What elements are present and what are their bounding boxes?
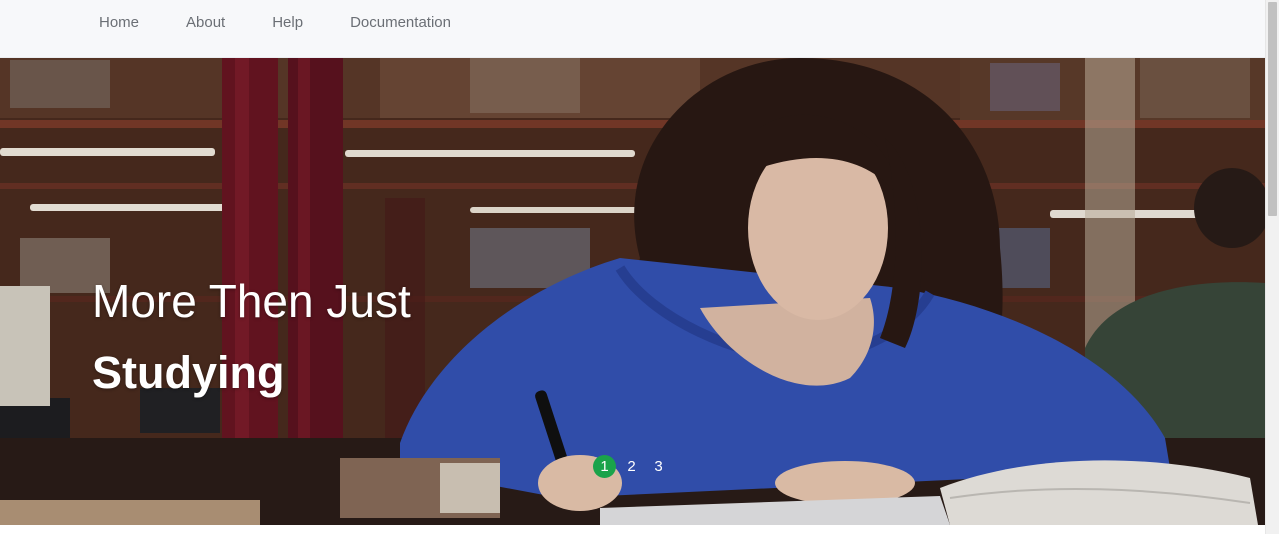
- nav-about-link[interactable]: About: [186, 14, 225, 31]
- page: Home About Help Documentation More Then …: [0, 0, 1279, 534]
- slider-pagination: 1 2 3: [593, 455, 674, 478]
- hero-slider: More Then Just Studying 1 2 3: [0, 58, 1265, 525]
- top-navbar: Home About Help Documentation: [0, 0, 1265, 58]
- slide-3-button[interactable]: 3: [647, 455, 670, 478]
- vertical-scrollbar[interactable]: [1265, 0, 1279, 534]
- hero-title-line2: Studying: [92, 347, 285, 398]
- slide-2-button[interactable]: 2: [620, 455, 643, 478]
- scrollbar-thumb[interactable]: [1268, 2, 1277, 216]
- page-content-start: [0, 525, 1265, 534]
- nav-menu: Home About Help Documentation: [99, 0, 498, 45]
- hero-title-line1: More Then Just: [92, 275, 411, 327]
- nav-home-link[interactable]: Home: [99, 14, 139, 31]
- slide-1-button[interactable]: 1: [593, 455, 616, 478]
- nav-help-link[interactable]: Help: [272, 14, 303, 31]
- nav-documentation-link[interactable]: Documentation: [350, 14, 451, 31]
